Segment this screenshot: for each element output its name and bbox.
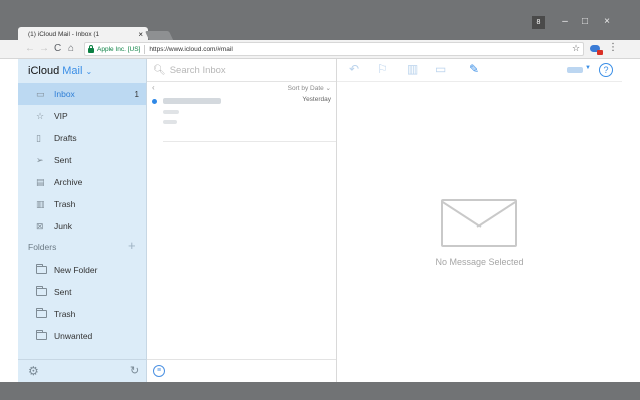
tab-title: (1) iCloud Mail - Inbox (1 — [28, 30, 100, 38]
home-icon[interactable]: ⌂ — [68, 42, 74, 56]
forward-arrow-icon[interactable]: → — [39, 42, 49, 56]
sidebar-item-label: Unwanted — [54, 331, 93, 341]
browser-titlebar: (1) iCloud Mail - Inbox (1 × 8 – □ × — [0, 0, 640, 41]
sidebar-item-label: Inbox — [54, 89, 75, 99]
sidebar-item-label: VIP — [54, 111, 68, 121]
folder-icon — [18, 308, 47, 320]
minimize-button[interactable]: – — [555, 14, 575, 30]
search-icon: 🔍︎ — [153, 64, 166, 76]
refresh-icon[interactable]: ↻ — [130, 364, 139, 377]
brand-mail: Mail — [62, 65, 83, 77]
chevron-left-icon[interactable]: ‹ — [152, 83, 155, 92]
back-arrow-icon[interactable]: ← — [25, 42, 35, 56]
sidebar-item-label: Junk — [54, 221, 72, 231]
help-button[interactable]: ? — [599, 63, 613, 77]
window-frame-left — [0, 59, 18, 382]
sidebar-item-label: Trash — [54, 309, 76, 319]
gear-icon[interactable]: ⚙ — [28, 364, 39, 378]
sidebar-item-label: Trash — [54, 199, 76, 209]
sidebar: iCloud Mail ⌄ ▭ Inbox 1 ☆ VIP ▯ Drafts ➢… — [18, 59, 147, 382]
extension-icon[interactable] — [590, 45, 603, 55]
sidebar-item-drafts[interactable]: ▯ Drafts — [18, 127, 146, 149]
inbox-icon: ▭ — [36, 88, 45, 99]
reply-icon[interactable]: ↶ — [349, 62, 359, 76]
list-item[interactable]: Yesterday — [147, 95, 336, 142]
redacted-account[interactable] — [567, 67, 583, 73]
folders-heading: Folders — [28, 242, 57, 252]
app-brand[interactable]: iCloud Mail ⌄ — [28, 65, 92, 77]
window-frame-right — [622, 59, 640, 382]
folder-icon — [18, 264, 47, 276]
menu-dots-icon[interactable]: ⋮ — [608, 42, 618, 53]
secure-label: Apple Inc. [US] — [97, 45, 141, 53]
redacted-subject — [163, 110, 179, 114]
folder-icon — [18, 286, 47, 298]
sidebar-item-trash[interactable]: ▥ Trash — [18, 193, 146, 215]
sidebar-item-sent[interactable]: ➢ Sent — [18, 149, 146, 171]
sort-dropdown[interactable]: Sort by Date ⌄ — [288, 84, 331, 92]
maximize-button[interactable]: □ — [575, 14, 595, 30]
folder-move-icon[interactable]: ▭ — [435, 62, 446, 76]
message-list-pane: 🔍︎ Search Inbox ‹ Sort by Date ⌄ Yesterd… — [147, 59, 337, 382]
redacted-preview — [163, 120, 177, 124]
paper-plane-icon: ➢ — [36, 154, 44, 165]
sidebar-item-vip[interactable]: ☆ VIP — [18, 105, 146, 127]
chevron-down-icon: ⌄ — [85, 67, 93, 76]
filter-icon[interactable]: ≡ — [153, 365, 165, 377]
address-toolbar: ← → C ⌂ Apple Inc. [US] https://www.iclo… — [0, 40, 640, 59]
folder-icon — [18, 330, 47, 342]
sidebar-item-label: New Folder — [54, 265, 98, 275]
trash-icon: ▥ — [36, 198, 45, 209]
unread-count-badge: 1 — [134, 89, 139, 99]
sidebar-item-junk[interactable]: ⊠ Junk — [18, 215, 146, 237]
bookmark-star-icon[interactable]: ☆ — [572, 43, 580, 54]
junk-icon: ⊠ — [36, 220, 44, 231]
search-placeholder: Search Inbox — [169, 64, 226, 76]
star-icon: ☆ — [36, 110, 45, 121]
sidebar-item-label: Sent — [54, 155, 72, 165]
unread-dot-icon — [152, 99, 157, 104]
sort-bar: ‹ Sort by Date ⌄ — [147, 82, 336, 93]
document-icon: ▯ — [36, 132, 41, 143]
sidebar-item-archive[interactable]: ▤ Archive — [18, 171, 146, 193]
reader-toolbar: ↶ ⚐ ▥ ▭ ✎ ▼ ? — [337, 59, 622, 82]
brand-icloud: iCloud — [28, 65, 60, 77]
message-reader-pane: ↶ ⚐ ▥ ▭ ✎ ▼ ? No Message Selected — [337, 59, 622, 382]
sidebar-item-folder[interactable]: Unwanted — [18, 325, 146, 347]
redacted-sender — [163, 98, 221, 104]
user-badge[interactable]: 8 — [532, 16, 545, 29]
new-tab-button[interactable] — [144, 31, 174, 40]
search-input[interactable]: 🔍︎ Search Inbox — [147, 59, 336, 82]
tab-close-icon[interactable]: × — [138, 30, 143, 39]
sidebar-item-label: Sent — [54, 287, 72, 297]
compose-icon[interactable]: ✎ — [469, 62, 479, 76]
archive-box-icon: ▤ — [36, 176, 45, 187]
chevron-down-icon[interactable]: ▼ — [585, 65, 591, 71]
sidebar-item-inbox[interactable]: ▭ Inbox 1 — [18, 83, 146, 105]
sidebar-footer: ⚙ ↻ — [18, 359, 146, 382]
envelope-icon — [441, 199, 517, 247]
divider — [144, 44, 146, 54]
url-text: https://www.icloud.com/#mail — [149, 45, 233, 53]
sidebar-item-label: Drafts — [54, 133, 77, 143]
list-footer: ≡ — [147, 359, 336, 382]
sidebar-item-folder[interactable]: Sent — [18, 281, 146, 303]
sidebar-item-label: Archive — [54, 177, 83, 187]
close-window-button[interactable]: × — [597, 14, 617, 30]
address-bar[interactable]: Apple Inc. [US] https://www.icloud.com/#… — [84, 42, 584, 56]
window-frame-bottom — [0, 382, 640, 400]
trash-icon[interactable]: ▥ — [407, 62, 418, 76]
reload-icon[interactable]: C — [54, 42, 61, 56]
message-date: Yesterday — [302, 96, 331, 103]
sidebar-item-folder[interactable]: Trash — [18, 303, 146, 325]
sidebar-item-folder[interactable]: New Folder — [18, 259, 146, 281]
flag-icon[interactable]: ⚐ — [377, 62, 388, 76]
empty-state-text: No Message Selected — [435, 257, 524, 267]
mail-app: iCloud Mail ⌄ ▭ Inbox 1 ☆ VIP ▯ Drafts ➢… — [18, 59, 622, 382]
browser-tab[interactable]: (1) iCloud Mail - Inbox (1 × — [18, 27, 148, 41]
lock-icon — [88, 44, 94, 53]
add-folder-icon[interactable]: + — [128, 238, 136, 253]
divider — [163, 141, 336, 142]
